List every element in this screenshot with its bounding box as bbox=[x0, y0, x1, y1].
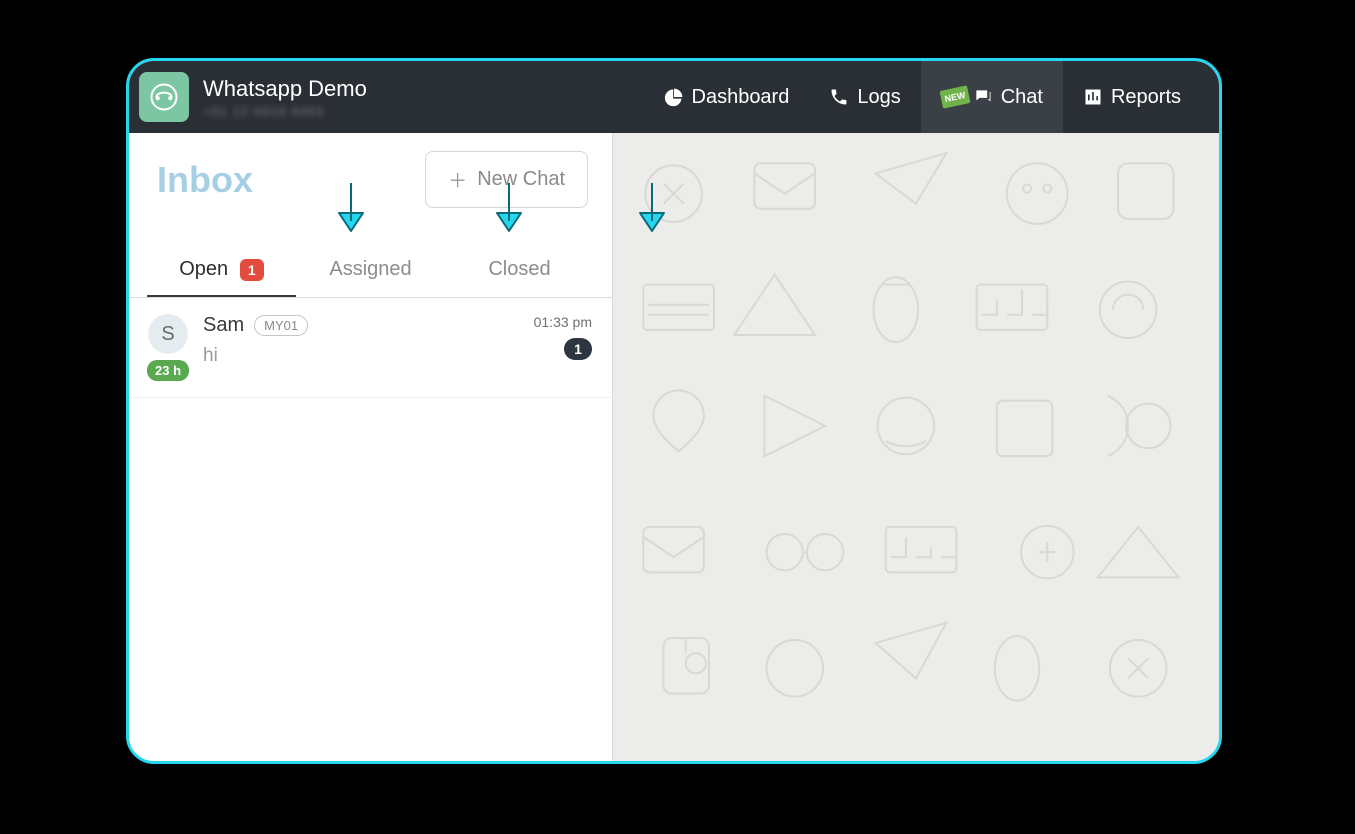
tab-assigned[interactable]: Assigned bbox=[296, 244, 445, 297]
age-badge: 23 h bbox=[147, 360, 189, 381]
new-badge: NEW bbox=[939, 85, 970, 108]
doodle-background bbox=[613, 133, 1219, 761]
app-frame: Whatsapp Demo +91 22 6919 9483 Dashboard… bbox=[126, 58, 1222, 764]
inbox-header: Inbox ＋ New Chat bbox=[129, 133, 612, 214]
nav-logs-label: Logs bbox=[857, 86, 900, 109]
tab-closed-label: Closed bbox=[488, 258, 550, 280]
nav-chat[interactable]: NEW Chat bbox=[921, 61, 1063, 133]
new-chat-label: New Chat bbox=[477, 168, 565, 191]
conversation-name: Sam bbox=[203, 314, 244, 337]
chat-icon bbox=[973, 87, 993, 107]
unread-count: 1 bbox=[564, 338, 592, 360]
nav-dashboard-label: Dashboard bbox=[692, 86, 790, 109]
chat-area bbox=[613, 133, 1219, 761]
app-subtitle: +91 22 6919 9483 bbox=[203, 104, 367, 119]
nav-chat-label: Chat bbox=[1001, 86, 1043, 109]
tab-assigned-label: Assigned bbox=[329, 258, 411, 280]
inbox-tabs: Open 1 Assigned Closed bbox=[129, 244, 612, 298]
app-title: Whatsapp Demo bbox=[203, 76, 367, 102]
inbox-title: Inbox bbox=[157, 159, 253, 201]
conversation-item[interactable]: S 23 h Sam MY01 hi 01:33 pm 1 bbox=[129, 298, 612, 398]
conversation-list: S 23 h Sam MY01 hi 01:33 pm 1 bbox=[129, 298, 612, 761]
conversation-middle: Sam MY01 hi bbox=[203, 314, 520, 381]
top-nav: Dashboard Logs NEW Chat Reports bbox=[644, 61, 1202, 133]
inbox-sidebar: Inbox ＋ New Chat Open 1 Assigned Closed bbox=[129, 133, 613, 761]
nav-dashboard[interactable]: Dashboard bbox=[644, 61, 810, 133]
app-title-block: Whatsapp Demo +91 22 6919 9483 bbox=[203, 76, 367, 119]
tab-open-label: Open bbox=[179, 258, 228, 280]
bar-chart-icon bbox=[1083, 87, 1103, 107]
nav-reports-label: Reports bbox=[1111, 86, 1181, 109]
plus-icon: ＋ bbox=[448, 166, 467, 193]
body: Inbox ＋ New Chat Open 1 Assigned Closed bbox=[129, 133, 1219, 761]
avatar-column: S 23 h bbox=[147, 314, 189, 381]
pie-chart-icon bbox=[664, 87, 684, 107]
avatar: S bbox=[148, 314, 188, 354]
tab-closed[interactable]: Closed bbox=[445, 244, 594, 297]
conversation-preview: hi bbox=[203, 345, 520, 367]
top-bar: Whatsapp Demo +91 22 6919 9483 Dashboard… bbox=[129, 61, 1219, 133]
tab-open[interactable]: Open 1 bbox=[147, 244, 296, 297]
conversation-name-row: Sam MY01 bbox=[203, 314, 520, 337]
conversation-time: 01:33 pm bbox=[534, 314, 592, 330]
tab-open-count: 1 bbox=[240, 259, 264, 281]
conversation-tag: MY01 bbox=[254, 315, 308, 336]
nav-logs[interactable]: Logs bbox=[809, 61, 920, 133]
nav-reports[interactable]: Reports bbox=[1063, 61, 1201, 133]
new-chat-button[interactable]: ＋ New Chat bbox=[425, 151, 588, 208]
phone-icon bbox=[829, 87, 849, 107]
app-phone-icon bbox=[139, 72, 189, 122]
conversation-right: 01:33 pm 1 bbox=[534, 314, 592, 381]
